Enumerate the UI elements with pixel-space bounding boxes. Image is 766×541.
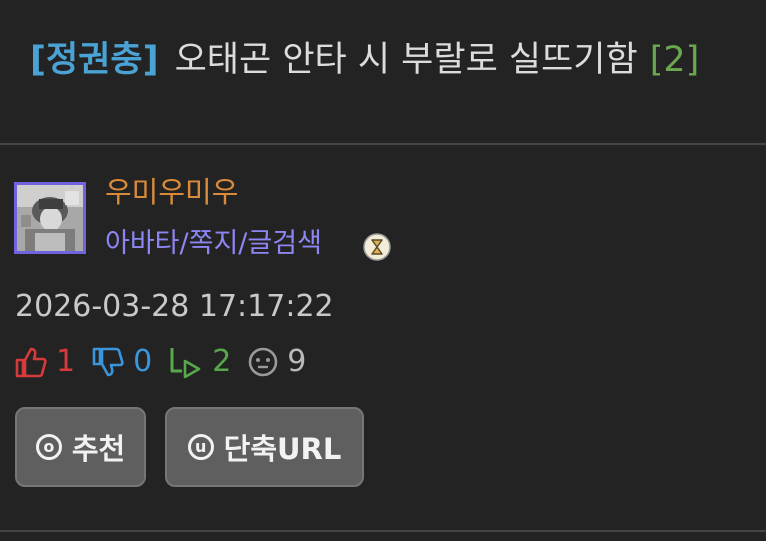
bottom-divider	[0, 530, 766, 532]
avatar-image-icon	[17, 185, 83, 251]
hourglass-badge-icon	[363, 233, 391, 261]
post-category-tag[interactable]: [정권충]	[30, 40, 159, 80]
recommend-circle-icon: o	[35, 434, 62, 460]
view-count: 9	[287, 344, 307, 379]
post-title: 오태곤 안타 시 부랄로 실뜨기함	[174, 40, 638, 80]
thumbs-down-icon	[92, 347, 124, 377]
thumbs-up-icon	[15, 347, 47, 378]
post-datetime: 2026-03-28 17:17:22	[15, 289, 334, 324]
author-links[interactable]: 아바타/쪽지/글검색	[105, 224, 322, 264]
short-url-label: 단축URL	[223, 432, 342, 466]
comment-count[interactable]: [2]	[650, 40, 700, 80]
top-divider	[0, 143, 766, 145]
upvote-count: 1	[56, 344, 76, 379]
reply-count: 2	[212, 344, 232, 379]
short-url-button[interactable]: u 단축URL	[165, 407, 364, 487]
author-avatar[interactable]	[14, 182, 86, 254]
view-stat: 9	[247, 342, 306, 382]
url-circle-icon: u	[187, 434, 214, 460]
reply-arrow-icon	[170, 348, 201, 379]
post-title-row: [정권충] 오태곤 안타 시 부랄로 실뜨기함 [2]	[30, 36, 699, 84]
post-view: [정권충] 오태곤 안타 시 부랄로 실뜨기함 [2] 우미우미우 아바타/쪽지/글…	[0, 0, 766, 541]
downvote-count: 0	[133, 344, 153, 379]
author-nickname[interactable]: 우미우미우	[105, 172, 238, 212]
upvote-stat[interactable]: 1	[14, 342, 75, 382]
recommend-label: 추천	[71, 432, 126, 466]
face-view-icon	[248, 347, 278, 377]
reply-stat[interactable]: 2	[168, 342, 231, 382]
recommend-button[interactable]: o 추천	[15, 407, 146, 487]
downvote-stat[interactable]: 0	[91, 342, 152, 382]
post-stats: 1 0 2 9	[14, 340, 322, 384]
